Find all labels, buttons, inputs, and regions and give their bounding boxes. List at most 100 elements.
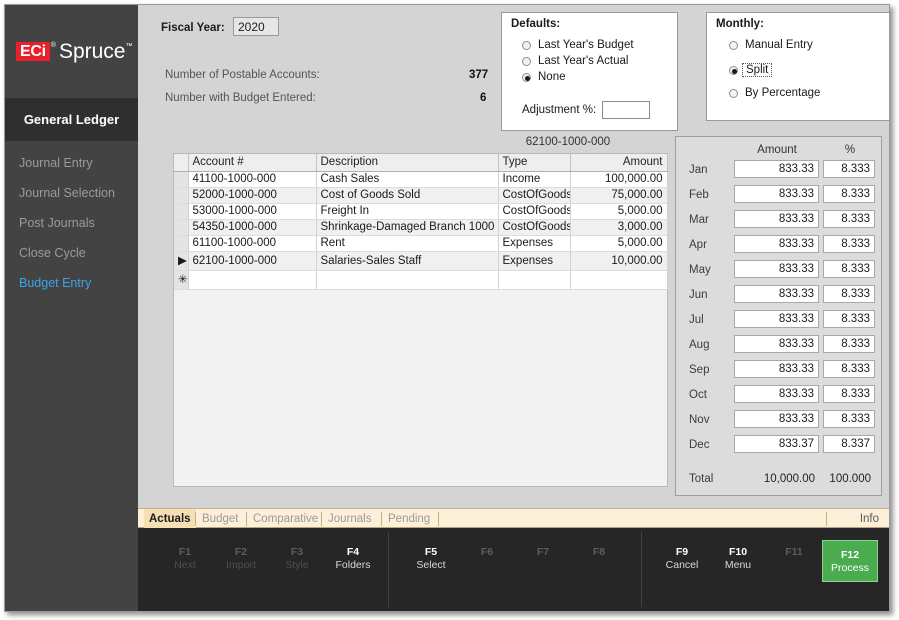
month-amount-input[interactable]: 833.33	[734, 210, 819, 228]
function-key-f7[interactable]: F7	[515, 545, 571, 559]
month-amount-input[interactable]: 833.37	[734, 435, 819, 453]
info-divider	[826, 512, 827, 526]
table-row[interactable]: 41100-1000-000 Cash Sales Income 100,000…	[174, 171, 668, 188]
sidebar-item-close-cycle[interactable]: Close Cycle	[5, 238, 138, 268]
month-row-jun: Jun 833.33 8.333	[676, 285, 881, 308]
row-selector[interactable]	[174, 203, 189, 220]
sidebar-item-label: Post Journals	[19, 216, 95, 230]
application-window: ECi ® Spruce ™ General Ledger Journal En…	[4, 4, 890, 612]
month-row-sep: Sep 833.33 8.333	[676, 360, 881, 383]
grid-col-amount[interactable]: Amount	[570, 154, 668, 172]
sidebar-item-label: Close Cycle	[19, 246, 86, 260]
sidebar-item-journal-selection[interactable]: Journal Selection	[5, 178, 138, 208]
function-key-f4[interactable]: F4 Folders	[325, 545, 381, 572]
radio-none[interactable]: None	[522, 71, 566, 83]
month-percent-input[interactable]: 8.333	[823, 285, 875, 303]
month-amount-input[interactable]: 833.33	[734, 335, 819, 353]
radio-split[interactable]: Split	[729, 63, 773, 77]
fnbar-divider	[388, 532, 389, 607]
sidebar-item-post-journals[interactable]: Post Journals	[5, 208, 138, 238]
month-amount-input[interactable]: 833.33	[734, 235, 819, 253]
adjustment-input[interactable]	[602, 101, 651, 119]
registered-mark-icon: ®	[50, 42, 56, 49]
function-key-f9[interactable]: F9 Cancel	[654, 545, 710, 572]
cell-account: 54350-1000-000	[188, 219, 317, 236]
row-selector[interactable]	[174, 219, 189, 236]
month-amount-input[interactable]: 833.33	[734, 160, 819, 178]
sidebar-item-budget-entry[interactable]: Budget Entry	[5, 268, 138, 298]
table-row[interactable]: 52000-1000-000 Cost of Goods Sold CostOf…	[174, 187, 668, 204]
month-amount-input[interactable]: 833.33	[734, 185, 819, 203]
month-amount-input[interactable]: 833.33	[734, 310, 819, 328]
month-percent-input[interactable]: 8.333	[823, 335, 875, 353]
month-percent-input[interactable]: 8.333	[823, 410, 875, 428]
grid-col-type[interactable]: Type	[498, 154, 571, 172]
cell-amount: 5,000.00	[570, 235, 668, 252]
radio-last-years-actual[interactable]: Last Year's Actual	[522, 55, 628, 67]
brand-logo[interactable]: ECi ® Spruce ™	[5, 5, 138, 98]
radio-manual-entry[interactable]: Manual Entry	[729, 39, 813, 51]
month-percent-input[interactable]: 8.333	[823, 385, 875, 403]
cell-amount: 10,000.00	[570, 251, 668, 271]
month-row-oct: Oct 833.33 8.333	[676, 385, 881, 408]
row-selector[interactable]	[174, 187, 189, 204]
month-percent-input[interactable]: 8.333	[823, 210, 875, 228]
month-amount-input[interactable]: 833.33	[734, 360, 819, 378]
row-selector[interactable]	[174, 235, 189, 252]
info-button[interactable]: Info	[860, 509, 879, 529]
cell-account: 53000-1000-000	[188, 203, 317, 220]
cell-account[interactable]	[188, 270, 317, 290]
radio-last-years-budget[interactable]: Last Year's Budget	[522, 39, 634, 51]
row-selector-current[interactable]: ▶	[174, 251, 189, 271]
radio-by-percentage[interactable]: By Percentage	[729, 87, 820, 99]
month-percent-input[interactable]: 8.333	[823, 185, 875, 203]
month-amount-input[interactable]: 833.33	[734, 285, 819, 303]
month-percent-input[interactable]: 8.333	[823, 310, 875, 328]
tab-strip: Actuals Budget Comparative Journals Pend…	[138, 508, 889, 529]
cell-amount[interactable]	[570, 270, 668, 290]
function-key-f6[interactable]: F6	[459, 545, 515, 559]
cell-description[interactable]	[316, 270, 499, 290]
month-label: Sep	[689, 364, 710, 376]
monthly-amount-header: Amount	[757, 144, 797, 156]
function-key-bar: F1 Next F2 Import F3 Style F4 Folders F5	[138, 528, 889, 611]
tab-pending[interactable]: Pending	[383, 509, 435, 529]
month-percent-input[interactable]: 8.333	[823, 235, 875, 253]
month-amount-input[interactable]: 833.33	[734, 385, 819, 403]
month-percent-input[interactable]: 8.333	[823, 260, 875, 278]
function-key-f11[interactable]: F11	[766, 545, 822, 559]
month-percent-input[interactable]: 8.337	[823, 435, 875, 453]
tab-journals[interactable]: Journals	[323, 509, 376, 529]
tab-comparative[interactable]: Comparative	[248, 509, 323, 529]
module-title: General Ledger	[5, 98, 138, 141]
month-amount-input[interactable]: 833.33	[734, 260, 819, 278]
new-row-icon[interactable]: ✳	[174, 270, 189, 290]
cell-type[interactable]	[498, 270, 571, 290]
function-key-f8[interactable]: F8	[571, 545, 627, 559]
tab-budget[interactable]: Budget	[197, 509, 243, 529]
function-key-f1[interactable]: F1 Next	[157, 545, 213, 572]
month-amount-input[interactable]: 833.33	[734, 410, 819, 428]
month-percent-input[interactable]: 8.333	[823, 360, 875, 378]
function-key-f2[interactable]: F2 Import	[213, 545, 269, 572]
grid-col-description[interactable]: Description	[316, 154, 499, 172]
sidebar: ECi ® Spruce ™ General Ledger Journal En…	[5, 5, 138, 611]
row-selector[interactable]	[174, 171, 189, 188]
tab-actuals[interactable]: Actuals	[144, 509, 196, 529]
monthly-amounts-panel: Amount % Jan 833.33 8.333 Feb 833.33 8.3…	[675, 136, 882, 496]
function-key-f5[interactable]: F5 Select	[403, 545, 459, 572]
month-label: Jul	[689, 314, 704, 326]
table-row[interactable]: 54350-1000-000 Shrinkage-Damaged Branch …	[174, 219, 668, 236]
function-key-f10[interactable]: F10 Menu	[710, 545, 766, 572]
function-key-f3[interactable]: F3 Style	[269, 545, 325, 572]
fiscal-year-input[interactable]: 2020	[233, 17, 279, 36]
table-row-selected[interactable]: ▶ 62100-1000-000 Salaries-Sales Staff Ex…	[174, 251, 668, 271]
table-row[interactable]: 53000-1000-000 Freight In CostOfGoods 5,…	[174, 203, 668, 220]
table-row-new[interactable]: ✳	[174, 270, 668, 290]
sidebar-item-journal-entry[interactable]: Journal Entry	[5, 148, 138, 178]
function-key-f12-process[interactable]: F12 Process	[822, 540, 878, 582]
grid-col-account[interactable]: Account #	[188, 154, 317, 172]
table-row[interactable]: 61100-1000-000 Rent Expenses 5,000.00	[174, 235, 668, 252]
cell-type: CostOfGoods	[498, 187, 571, 204]
month-percent-input[interactable]: 8.333	[823, 160, 875, 178]
